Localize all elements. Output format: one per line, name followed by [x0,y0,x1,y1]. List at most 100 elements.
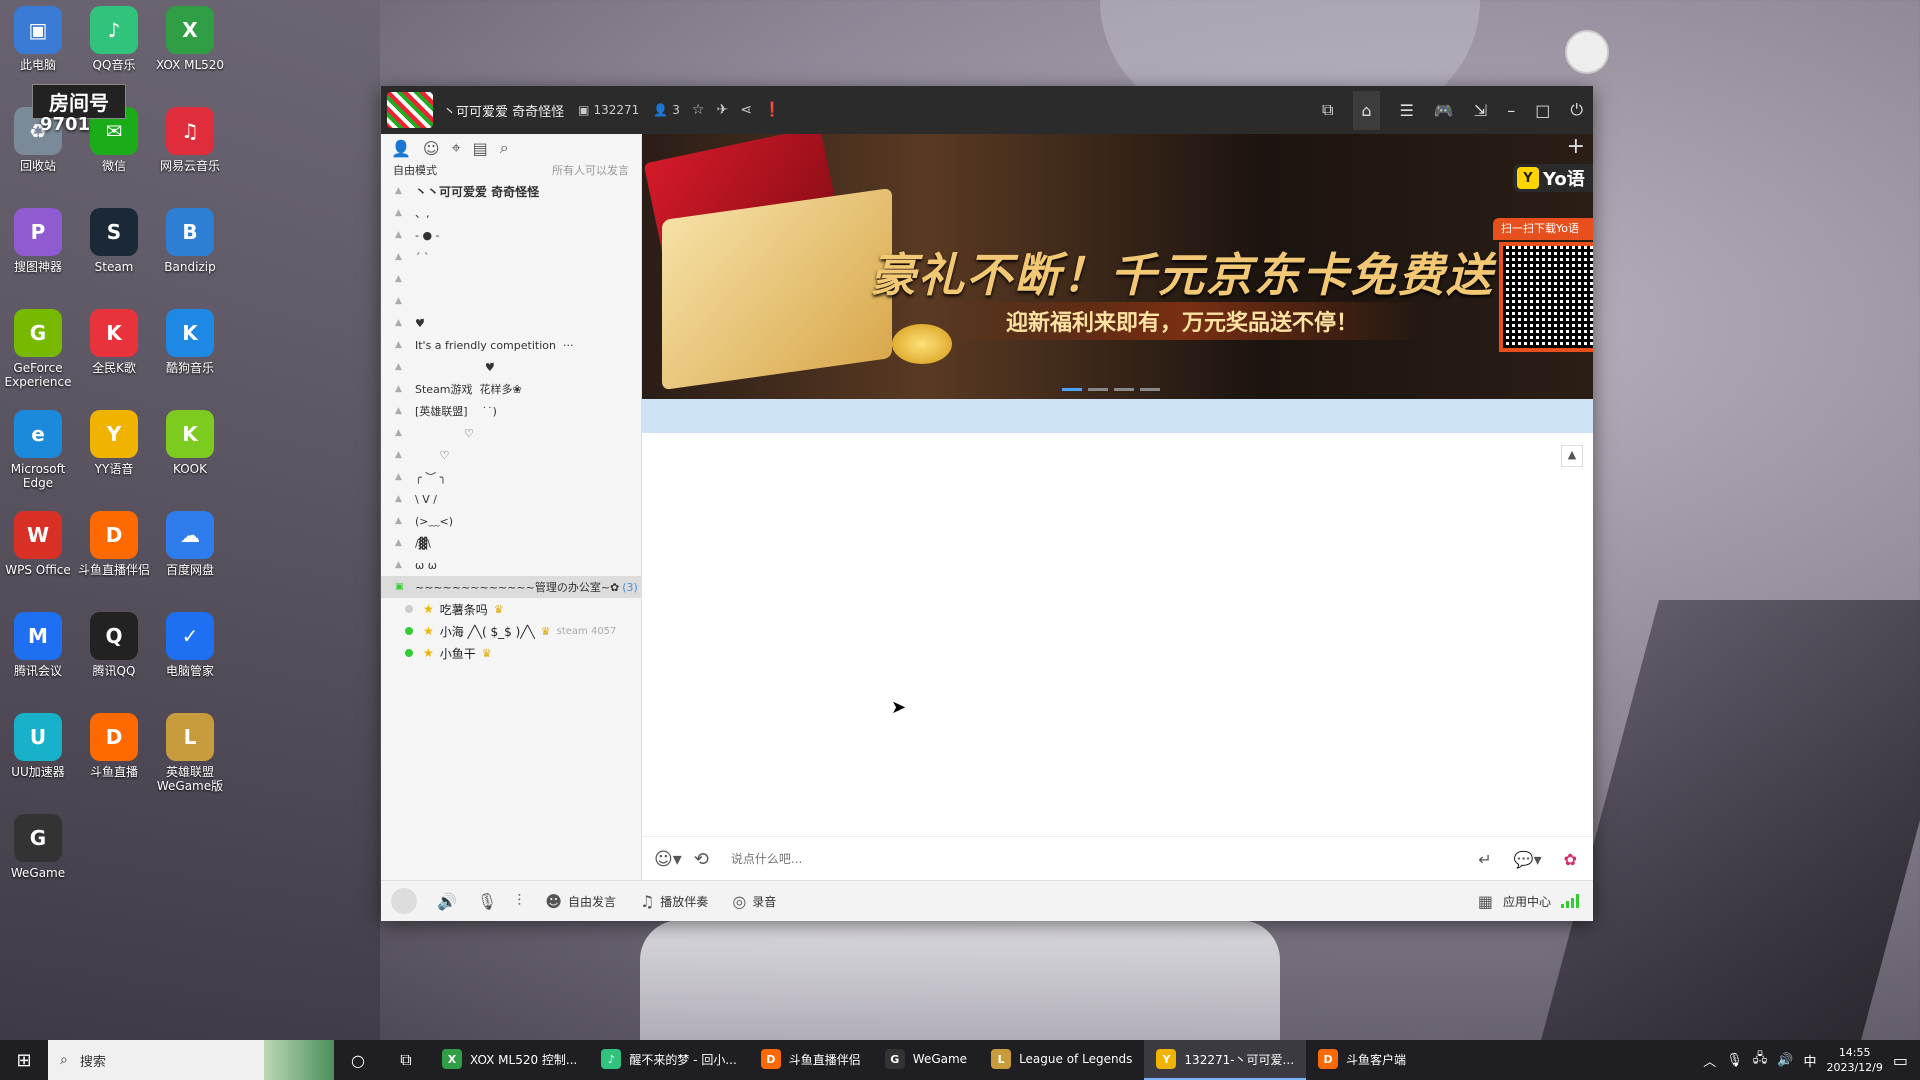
notification-icon[interactable]: ▭ [1893,1051,1908,1070]
play-music-button[interactable]: ♫ 播放伴奏 [640,892,708,911]
promo-banner[interactable]: 豪礼不断！千元京东卡免费送 迎新福利来即有，万元奖品送不停！ Y Yo语 扫一扫下… [642,134,1593,399]
desktop-icon[interactable]: B Bandizip [152,208,228,274]
share-icon[interactable]: ⋖ [740,102,752,118]
power-icon[interactable]: ⏻ [1570,100,1583,120]
desktop-icon[interactable]: K 酷狗音乐 [152,309,228,375]
banner-dot[interactable] [1114,388,1134,391]
desktop-icon[interactable]: K 全民K歌 [76,309,152,375]
channel-row[interactable]: ▲ It's a friendly competition ··· [381,334,641,356]
microphone-icon[interactable]: 🎙 [1726,1053,1743,1068]
chevron-up-icon[interactable]: ︿ [1703,1051,1716,1070]
volume-icon[interactable]: 🔊 [1777,1053,1793,1068]
board-icon[interactable]: ▤ [473,139,488,158]
search-icon[interactable]: ⌕ [500,138,509,158]
channel-row[interactable]: ▲ 、, [381,202,641,224]
maximize-icon[interactable]: □ [1535,101,1550,120]
channel-row[interactable]: ▲ /▓\ [381,532,641,554]
banner-pagination[interactable] [1062,388,1160,391]
equalizer-icon[interactable]: ⫶ [517,891,521,911]
taskbar-item[interactable]: G WeGame [873,1040,979,1080]
desktop-icon[interactable]: Q 腾讯QQ [76,612,152,678]
desktop-icon[interactable]: G GeForce Experience [0,309,76,389]
sub-channel[interactable]: ▣ ~~~~~~~~~~~~~管理の办公室~✿ (3) [381,576,641,598]
gamepad-icon[interactable]: 🎮 [1434,101,1454,120]
windows-start-icon[interactable]: ⊞ [0,1040,48,1080]
free-speak-button[interactable]: ☻ 自由发言 [545,892,616,911]
desktop-icon[interactable]: L 英雄联盟 WeGame版 [152,713,228,793]
plane-icon[interactable]: ✈ [716,102,728,118]
taskbar-item[interactable]: Y 132271-丶可可爱... [1144,1040,1307,1080]
desktop-icon[interactable]: e Microsoft Edge [0,410,76,490]
title-bar[interactable]: 丶可可爱爱 奇奇怪怪 ▣ 132271 👤 3 ☆ ✈ ⋖ ❗ ⧉ ⌂ ☰ 🎮 ⇲ … [381,86,1593,134]
desktop-icon[interactable]: ♫ 网易云音乐 [152,107,228,173]
user-icon[interactable]: 👤 [391,139,411,158]
desktop-icon[interactable]: ☁ 百度网盘 [152,511,228,577]
desktop-icon[interactable]: ✓ 电脑管家 [152,612,228,678]
taskbar-item[interactable]: D 斗鱼直播伴侣 [749,1040,873,1080]
channel-row[interactable]: ▲ [381,290,641,312]
translate-icon[interactable]: ⟲ [694,849,709,870]
desktop-icon[interactable]: K KOOK [152,410,228,476]
cortana-icon[interactable]: ○ [334,1051,382,1070]
speaker-icon[interactable]: 🔊 [437,892,457,911]
member-row[interactable]: ★ 小鱼干 ♛ [381,642,641,664]
desktop-icon[interactable]: D 斗鱼直播 [76,713,152,779]
channel-row[interactable]: ▲ \ V / [381,488,641,510]
star-icon[interactable]: ☆ [692,102,705,118]
desktop-icon[interactable]: W WPS Office [0,511,76,577]
taskbar-item[interactable]: D 斗鱼客户端 [1306,1040,1418,1080]
channel-row[interactable]: ▲ ♥̆̈ [381,356,641,378]
avatar[interactable] [391,888,417,914]
channel-row[interactable]: ▲ ♡ [381,422,641,444]
channel-row[interactable]: ▲ ´ ` [381,246,641,268]
taskbar-item[interactable]: ♪ 醒不来的梦 - 回小... [589,1040,748,1080]
emoji-icon[interactable]: ☺▾ [654,849,682,870]
desktop-icon[interactable]: P 搜图神器 [0,208,76,274]
taskbar-search[interactable]: ⌕ 搜索 [48,1040,334,1080]
app-center-button[interactable]: 应用中心 [1503,893,1551,910]
member-row[interactable]: ★ 小海 ╱╲( $_$ )╱╲ ♛ steam 4057 [381,620,641,642]
member-row[interactable]: ★ 吃薯条吗 ♛ [381,598,641,620]
chat-area[interactable]: ▲ [642,433,1593,836]
taskbar-item[interactable]: X XOX ML520 控制... [430,1040,589,1080]
apps-grid-icon[interactable]: ▦ [1478,892,1493,911]
download-icon[interactable]: ⇲ [1474,101,1487,120]
plus-icon[interactable]: + [1567,134,1585,159]
channel-row[interactable]: ▲ ♥̆̈ [381,312,641,334]
list-icon[interactable]: ☰ [1400,101,1414,120]
channel-row[interactable]: ▲ ω ω [381,554,641,576]
minimize-icon[interactable]: – [1507,101,1515,120]
banner-dot[interactable] [1062,388,1082,391]
channel-row[interactable]: ▲ (>﹏<) [381,510,641,532]
record-button[interactable]: ◎ 录音 [732,892,776,911]
desktop-icon[interactable]: D 斗鱼直播伴侣 [76,511,152,577]
desktop-icon[interactable]: ♪ QQ音乐 [76,6,152,72]
gift-icon[interactable]: ✿ [1564,850,1577,869]
channel-row[interactable]: ▲ ╭ ︶ ╮ [381,466,641,488]
channel-row[interactable]: ▲ - ● - [381,224,641,246]
banner-dot[interactable] [1088,388,1108,391]
home-icon[interactable]: ⌂ [1353,90,1380,130]
channel-row[interactable]: ▲ [英雄联盟] ˙˙) [381,400,641,422]
network-icon[interactable]: 🖧 [1753,1049,1768,1071]
chat-input[interactable] [728,851,1193,867]
channel-row[interactable]: ▲ 丶丶可可爱爱 奇奇怪怪 [381,180,641,202]
desktop-icon[interactable]: Y YY语音 [76,410,152,476]
desktop-icon[interactable]: U UU加速器 [0,713,76,779]
chat-icon[interactable]: ☺ [423,139,440,158]
desktop-icon[interactable]: X XOX ML520 [152,6,228,72]
desktop-icon[interactable]: G WeGame [0,814,76,880]
room-logo[interactable] [387,92,433,128]
channel-row[interactable]: ▲ Steam游戏 花样多❀ [381,378,641,400]
video-icon[interactable]: ⧉ [1322,100,1333,120]
banner-dot[interactable] [1140,388,1160,391]
taskbar-item[interactable]: L League of Legends [979,1040,1144,1080]
mode-label[interactable]: 自由模式 [393,162,437,180]
desktop-icon[interactable]: S Steam [76,208,152,274]
channel-row[interactable]: ▲ [381,268,641,290]
microphone-icon[interactable]: 🎙 [477,892,497,911]
desktop-icon[interactable]: M 腾讯会议 [0,612,76,678]
desktop-icon[interactable]: ▣ 此电脑 [0,6,76,72]
enter-icon[interactable]: ↵ [1478,850,1491,869]
task-view-icon[interactable]: ⧉ [382,1050,430,1070]
